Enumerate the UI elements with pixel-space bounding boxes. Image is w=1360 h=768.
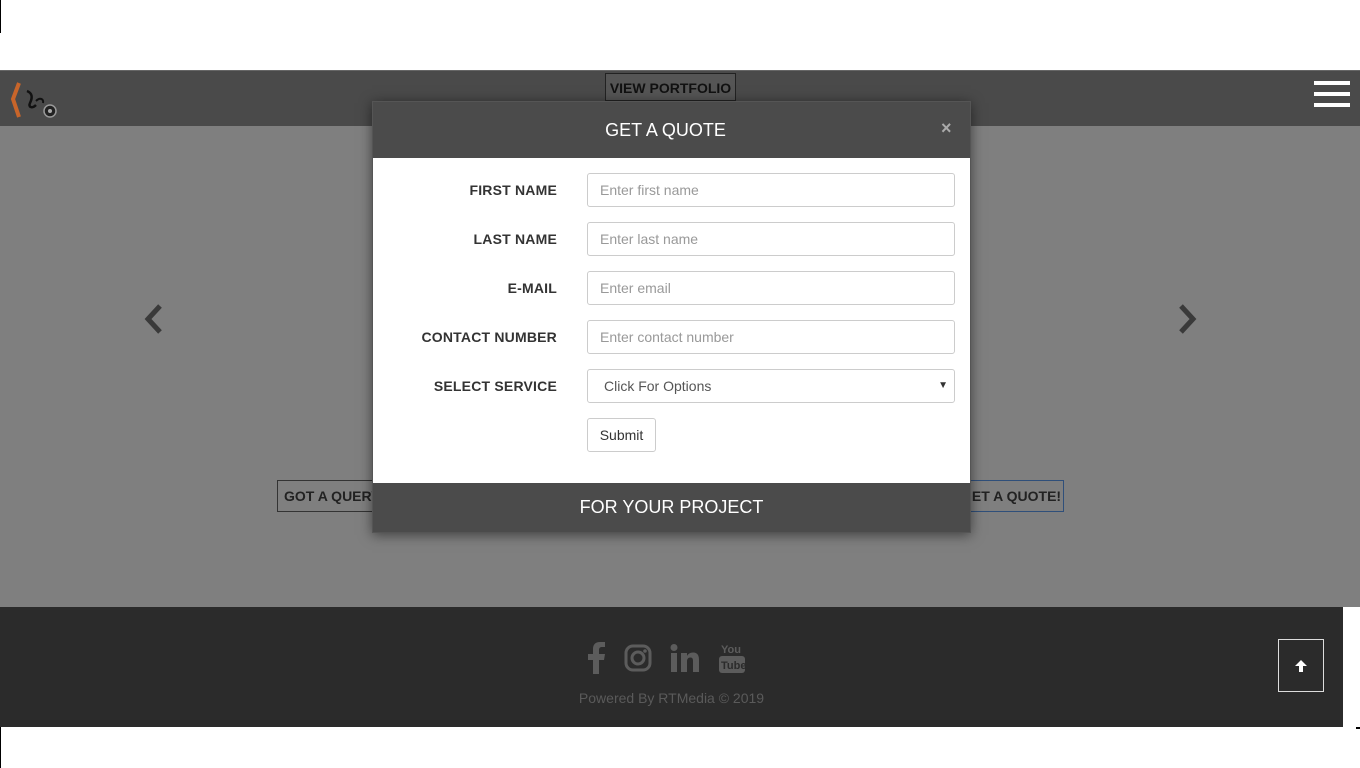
modal-title: GET A QUOTE bbox=[605, 120, 726, 140]
first-name-row: FIRST NAME bbox=[373, 173, 970, 207]
submit-button[interactable]: Submit bbox=[587, 418, 656, 452]
page-footer: You Tube Powered By RTMedia © 2019 bbox=[0, 607, 1343, 727]
contact-number-input[interactable] bbox=[587, 320, 955, 354]
get-a-quote-button[interactable]: GET A QUOTE! bbox=[960, 480, 1064, 512]
first-name-label: FIRST NAME bbox=[469, 182, 557, 198]
top-blank-area bbox=[0, 0, 1360, 70]
service-select[interactable]: Click For Options ▼ bbox=[587, 369, 955, 403]
arrow-up-icon bbox=[1295, 659, 1307, 672]
contact-number-label: CONTACT NUMBER bbox=[421, 329, 557, 345]
scroll-to-top-button[interactable] bbox=[1278, 639, 1324, 692]
first-name-input[interactable] bbox=[587, 173, 955, 207]
last-name-row: LAST NAME bbox=[373, 222, 970, 256]
email-row: E-MAIL bbox=[373, 271, 970, 305]
carousel-next-icon[interactable] bbox=[1176, 302, 1198, 336]
powered-by-text: Powered By RTMedia © 2019 bbox=[578, 690, 765, 706]
chevron-down-icon: ▼ bbox=[938, 380, 948, 391]
carousel-prev-icon[interactable] bbox=[143, 302, 165, 336]
email-input[interactable] bbox=[587, 271, 955, 305]
modal-footer: FOR YOUR PROJECT bbox=[373, 483, 970, 532]
contact-number-row: CONTACT NUMBER bbox=[373, 320, 970, 354]
svg-text:You: You bbox=[721, 644, 741, 656]
select-service-row: SELECT SERVICE Click For Options ▼ bbox=[373, 369, 970, 403]
hamburger-menu-icon[interactable] bbox=[1314, 81, 1350, 111]
got-a-query-button[interactable]: GOT A QUERY bbox=[277, 480, 377, 512]
view-portfolio-button[interactable]: VIEW PORTFOLIO bbox=[605, 73, 736, 101]
quote-modal: GET A QUOTE × FIRST NAME LAST NAME E-MAI… bbox=[372, 101, 971, 533]
page-edge-tick bbox=[1356, 727, 1360, 729]
instagram-icon[interactable] bbox=[624, 644, 652, 672]
text-cursor bbox=[0, 0, 1, 33]
last-name-input[interactable] bbox=[587, 222, 955, 256]
social-links: You Tube bbox=[586, 641, 746, 675]
modal-header: GET A QUOTE × bbox=[373, 102, 970, 158]
service-select-value: Click For Options bbox=[604, 378, 712, 394]
site-logo[interactable] bbox=[10, 81, 60, 121]
modal-footer-text: FOR YOUR PROJECT bbox=[579, 497, 764, 517]
last-name-label: LAST NAME bbox=[473, 231, 557, 247]
linkedin-icon[interactable] bbox=[670, 644, 700, 672]
select-service-label: SELECT SERVICE bbox=[433, 378, 557, 394]
youtube-icon[interactable]: You Tube bbox=[718, 642, 746, 674]
page-edge-line bbox=[0, 727, 1, 768]
svg-text:Tube: Tube bbox=[721, 660, 746, 672]
facebook-icon[interactable] bbox=[586, 642, 606, 674]
close-icon[interactable]: × bbox=[941, 118, 952, 139]
email-label: E-MAIL bbox=[507, 280, 557, 296]
